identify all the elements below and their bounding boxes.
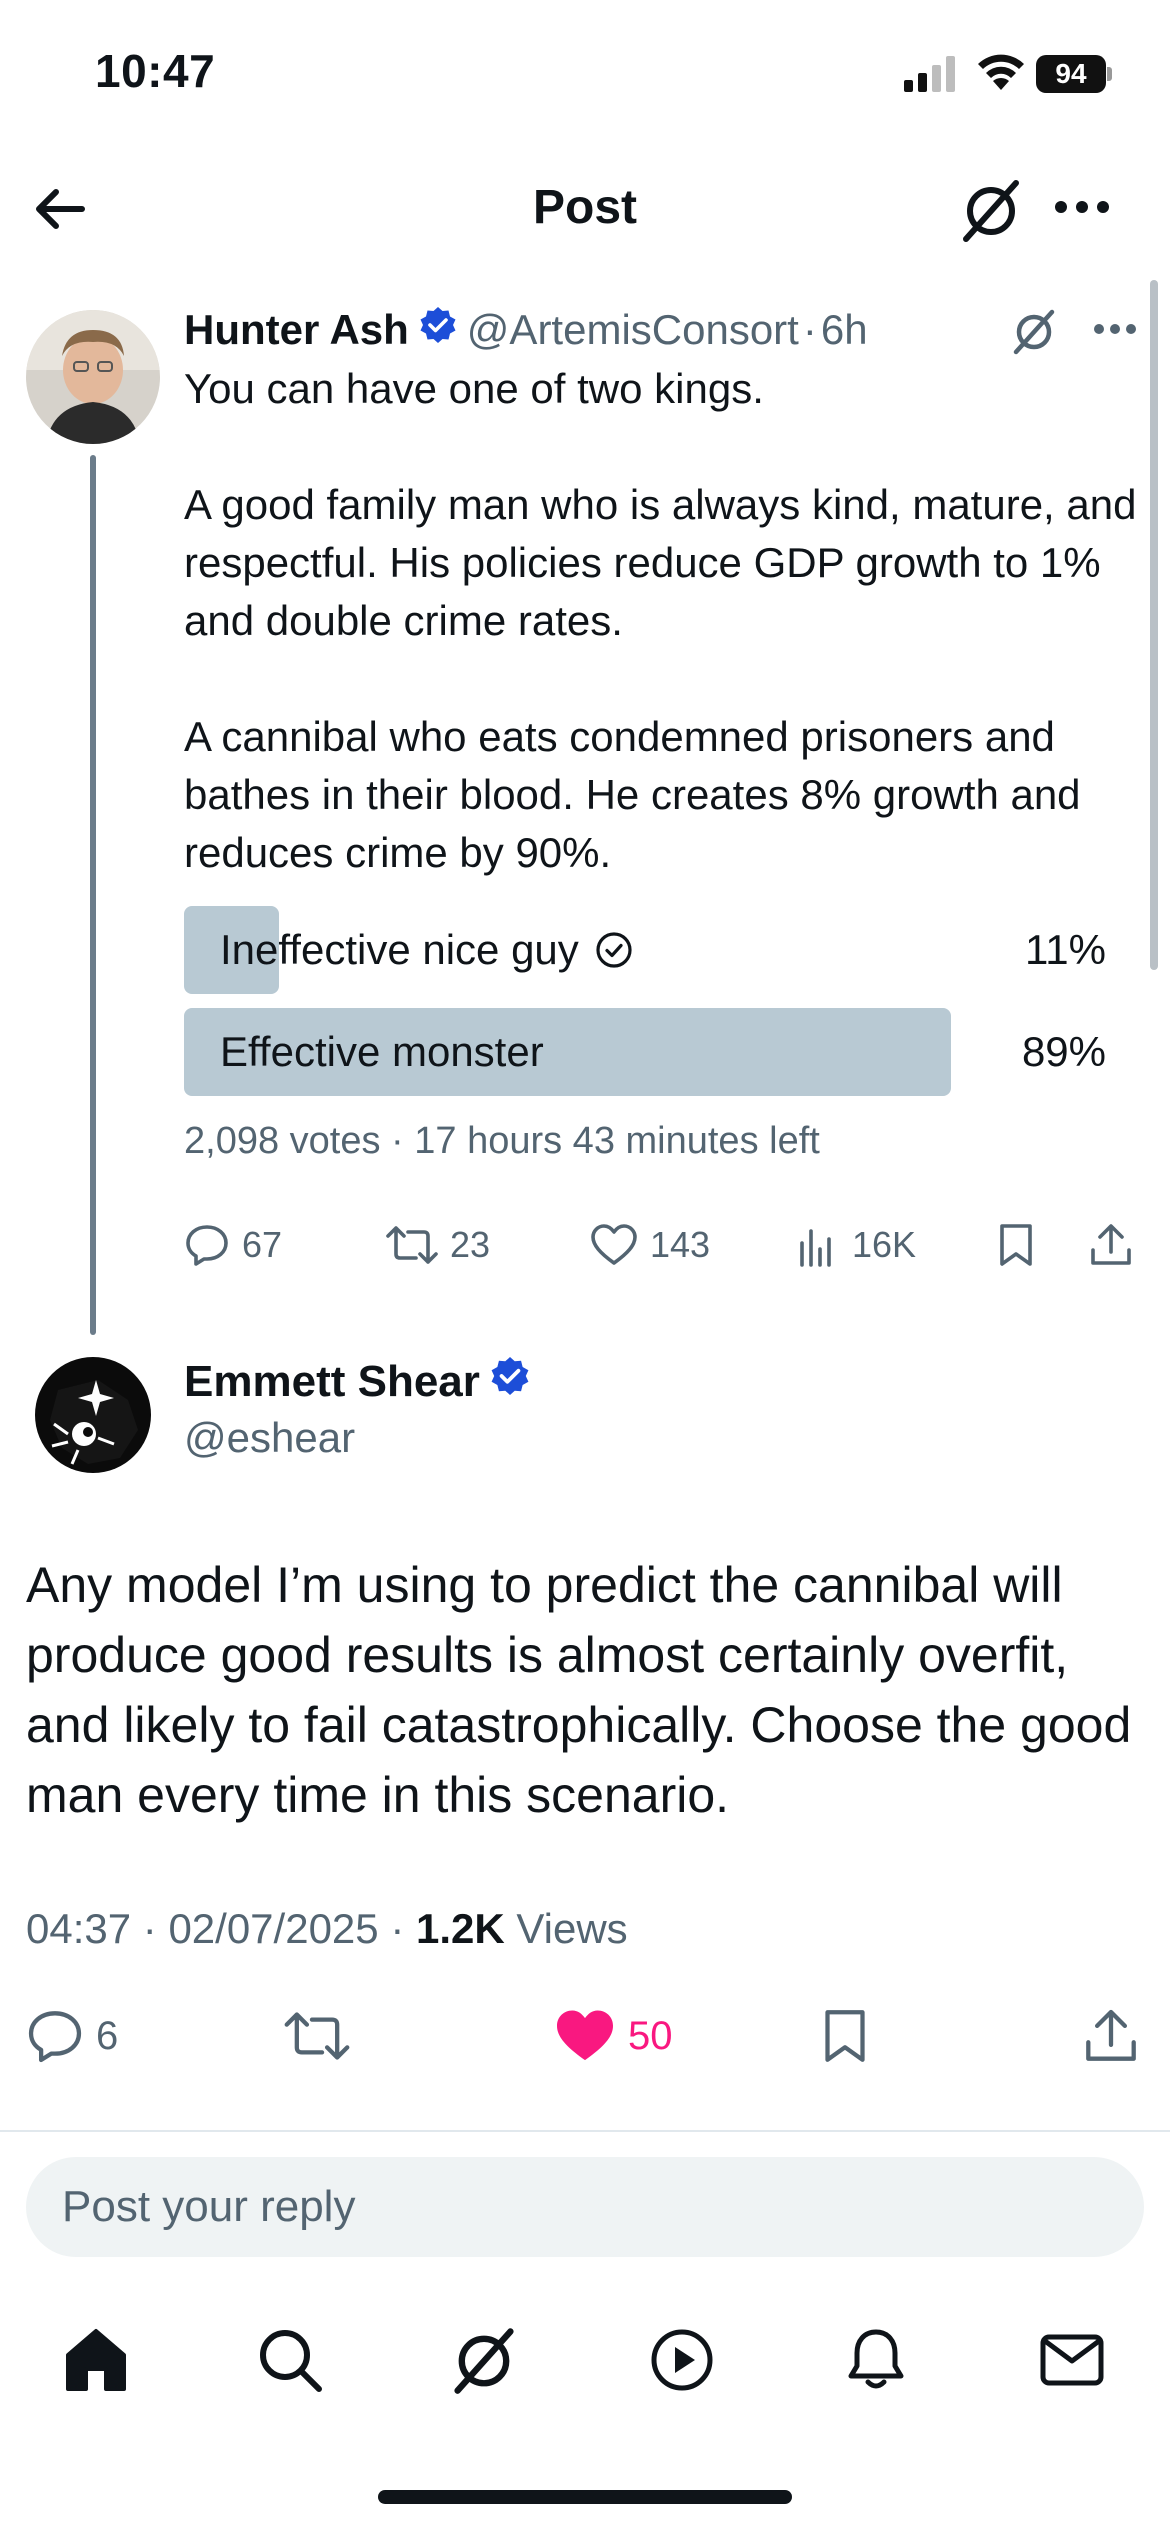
like-count: 50 bbox=[628, 2013, 673, 2058]
poll-option-label: Effective monster bbox=[220, 1028, 544, 1075]
post-header: Post bbox=[0, 150, 1170, 265]
post-text-line: A good family man who is always kind, ma… bbox=[184, 481, 1137, 644]
selected-check-icon bbox=[595, 931, 633, 969]
author-name[interactable]: Emmett Shear bbox=[184, 1357, 480, 1407]
grok-icon[interactable] bbox=[444, 2320, 524, 2400]
heart-filled-icon bbox=[557, 2010, 613, 2061]
notifications-icon[interactable] bbox=[836, 2320, 916, 2400]
video-icon[interactable] bbox=[642, 2320, 722, 2400]
heart-icon bbox=[591, 1224, 637, 1265]
like-button[interactable]: 143 bbox=[590, 1210, 710, 1280]
search-icon[interactable] bbox=[250, 2320, 330, 2400]
poll-option-percent: 89% bbox=[1021, 1028, 1106, 1075]
poll-meta: 2,098 votes · 17 hours 43 minutes left bbox=[184, 1120, 820, 1162]
views-count: 16K bbox=[852, 1224, 917, 1265]
battery-indicator: 94 bbox=[1036, 55, 1112, 93]
thread-line bbox=[90, 455, 96, 1335]
post-date: 02/07/2025 bbox=[168, 1905, 379, 1952]
repost-count: 23 bbox=[450, 1224, 491, 1265]
like-button[interactable]: 50 bbox=[554, 1996, 673, 2076]
wifi-icon bbox=[976, 52, 1026, 97]
bookmark-button[interactable] bbox=[996, 1210, 1036, 1280]
parent-post-text: You can have one of two kings. A good fa… bbox=[184, 360, 1144, 882]
parent-post-actions: 67 23 143 16K bbox=[184, 1210, 1144, 1280]
grok-icon[interactable] bbox=[958, 175, 1024, 250]
cellular-signal-icon bbox=[904, 56, 960, 97]
main-post-author: Emmett Shear bbox=[184, 1356, 540, 1407]
home-indicator[interactable] bbox=[378, 2490, 792, 2504]
home-icon[interactable] bbox=[56, 2320, 136, 2400]
share-icon bbox=[1091, 1224, 1131, 1265]
parent-post-header: Hunter Ash @ArtemisConsort · 6h bbox=[184, 300, 868, 360]
avatar[interactable] bbox=[26, 310, 160, 444]
reply-icon bbox=[28, 2011, 82, 2063]
post-text-line: You can have one of two kings. bbox=[184, 365, 764, 412]
author-name[interactable]: Hunter Ash bbox=[184, 306, 409, 354]
reply-count: 67 bbox=[242, 1224, 283, 1265]
repost-button[interactable]: 23 bbox=[386, 1210, 490, 1280]
more-options-icon[interactable] bbox=[1093, 322, 1137, 340]
bottom-tab-bar bbox=[0, 2300, 1170, 2410]
verified-badge-icon bbox=[490, 1356, 530, 1407]
separator: · bbox=[802, 306, 817, 353]
bookmark-icon bbox=[1000, 1224, 1032, 1266]
post-timestamp: 04:37 · 02/07/2025 · 1.2K Views bbox=[26, 1905, 628, 1952]
bookmark-icon bbox=[825, 2010, 865, 2062]
status-bar: 10:47 94 bbox=[0, 0, 1170, 150]
status-time: 10:47 bbox=[95, 45, 216, 97]
repost-icon bbox=[284, 2012, 350, 2060]
author-handle[interactable]: @ArtemisConsort bbox=[467, 306, 799, 354]
battery-level: 94 bbox=[1036, 55, 1106, 93]
grok-icon[interactable] bbox=[1010, 306, 1058, 361]
poll-option[interactable]: Ineffective nice guy 11% bbox=[184, 906, 1106, 994]
poll-option[interactable]: Effective monster 89% bbox=[184, 1008, 1106, 1096]
reply-button[interactable]: 67 bbox=[184, 1210, 282, 1280]
avatar[interactable] bbox=[28, 1350, 158, 1480]
post-age: 6h bbox=[820, 306, 868, 353]
messages-icon[interactable] bbox=[1032, 2320, 1112, 2400]
scrollbar[interactable] bbox=[1150, 280, 1158, 970]
divider bbox=[0, 2130, 1170, 2132]
share-icon bbox=[1086, 2009, 1136, 2061]
author-handle[interactable]: @eshear bbox=[184, 1414, 355, 1462]
share-button[interactable] bbox=[1088, 1210, 1134, 1280]
share-button[interactable] bbox=[1082, 1996, 1140, 2076]
views-icon bbox=[800, 1229, 831, 1267]
reply-input[interactable]: Post your reply bbox=[26, 2157, 1144, 2257]
reply-count: 6 bbox=[96, 2013, 119, 2058]
views-label: Views bbox=[516, 1905, 628, 1952]
poll-option-label: Ineffective nice guy bbox=[220, 926, 579, 973]
views-count[interactable]: 1.2K bbox=[416, 1905, 505, 1952]
like-count: 143 bbox=[650, 1224, 711, 1265]
bookmark-button[interactable] bbox=[820, 1996, 870, 2076]
reply-icon bbox=[186, 1225, 228, 1266]
post-text-line: A cannibal who eats condemned prisoners … bbox=[184, 713, 1081, 876]
repost-icon bbox=[386, 1226, 438, 1264]
repost-button[interactable] bbox=[284, 1996, 350, 2076]
more-options-icon[interactable] bbox=[1054, 200, 1110, 219]
verified-badge-icon bbox=[419, 306, 457, 354]
reply-button[interactable]: 6 bbox=[26, 1996, 118, 2076]
main-post-actions: 6 50 bbox=[0, 1996, 1170, 2076]
post-time: 04:37 bbox=[26, 1905, 132, 1952]
reply-placeholder: Post your reply bbox=[62, 2182, 356, 2231]
main-post-text: Any model I’m using to predict the canni… bbox=[26, 1557, 1132, 1823]
poll-option-percent: 11% bbox=[1025, 926, 1106, 973]
views-button[interactable]: 16K bbox=[796, 1210, 916, 1280]
